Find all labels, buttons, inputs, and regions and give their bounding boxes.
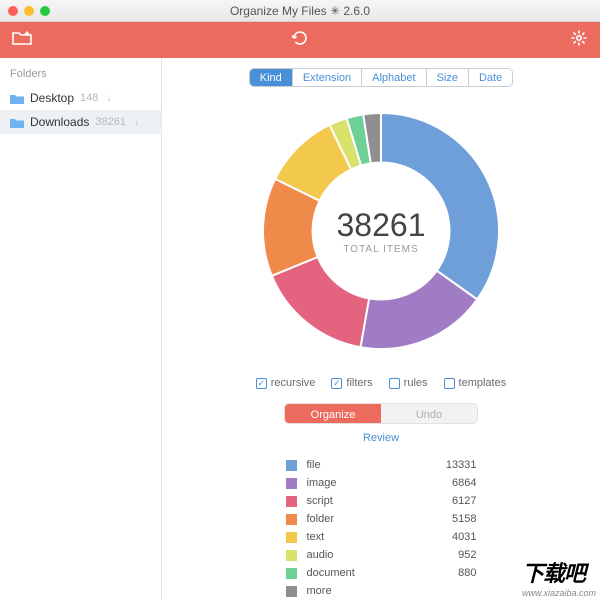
options-row: recursive filters rules templates xyxy=(256,377,506,389)
main-toolbar xyxy=(0,22,600,58)
sidebar: Folders Desktop 148 ↓ Downloads 38261 ↓ xyxy=(0,58,162,600)
total-label: TOTAL ITEMS xyxy=(343,244,418,255)
legend-label: folder xyxy=(307,513,427,525)
legend-label: script xyxy=(307,495,427,507)
tab-kind[interactable]: Kind xyxy=(250,69,293,86)
legend-swatch xyxy=(286,586,297,597)
sidebar-item-label: Desktop xyxy=(30,91,74,105)
tab-alphabet[interactable]: Alphabet xyxy=(362,69,426,86)
legend-value: 5158 xyxy=(427,513,477,525)
legend-row-audio[interactable]: audio952 xyxy=(286,546,477,564)
legend-label: file xyxy=(307,459,427,471)
legend-swatch xyxy=(286,514,297,525)
window-titlebar: Organize My Files ✳ 2.6.0 xyxy=(0,0,600,22)
action-buttons: Organize Undo xyxy=(284,403,478,424)
chevron-down-icon: ↓ xyxy=(106,93,111,104)
checkbox-icon xyxy=(444,378,455,389)
legend-row-script[interactable]: script6127 xyxy=(286,492,477,510)
legend-label: audio xyxy=(307,549,427,561)
legend-row-more[interactable]: more xyxy=(286,582,477,600)
sidebar-item-downloads[interactable]: Downloads 38261 ↓ xyxy=(0,110,161,134)
checkbox-templates[interactable]: templates xyxy=(444,377,507,389)
legend-value: 6127 xyxy=(427,495,477,507)
sort-tabs: KindExtensionAlphabetSizeDate xyxy=(249,68,513,87)
legend-value: 952 xyxy=(427,549,477,561)
add-folder-icon[interactable] xyxy=(12,30,32,51)
legend-label: document xyxy=(307,567,427,579)
folder-icon xyxy=(10,93,24,104)
window-title: Organize My Files ✳ 2.6.0 xyxy=(0,4,600,18)
sidebar-item-count: 148 xyxy=(80,92,98,104)
checkbox-recursive[interactable]: recursive xyxy=(256,377,316,389)
tab-extension[interactable]: Extension xyxy=(293,69,362,86)
watermark: 下载吧 www.xiazaiba.com xyxy=(522,556,596,598)
sidebar-header: Folders xyxy=(0,66,161,86)
donut-center: 38261 TOTAL ITEMS xyxy=(251,101,511,361)
review-link[interactable]: Review xyxy=(363,432,399,444)
checkbox-label: templates xyxy=(459,377,507,389)
undo-button[interactable]: Undo xyxy=(381,404,477,424)
checkbox-label: rules xyxy=(404,377,428,389)
checkbox-icon xyxy=(256,378,267,389)
checkbox-rules[interactable]: rules xyxy=(389,377,428,389)
legend-label: image xyxy=(307,477,427,489)
checkbox-filters[interactable]: filters xyxy=(331,377,372,389)
checkbox-icon xyxy=(331,378,342,389)
legend-label: more xyxy=(307,585,427,597)
legend-swatch xyxy=(286,568,297,579)
sidebar-item-count: 38261 xyxy=(95,116,126,128)
checkbox-icon xyxy=(389,378,400,389)
tab-date[interactable]: Date xyxy=(469,69,512,86)
donut-chart: 38261 TOTAL ITEMS xyxy=(251,101,511,361)
legend-swatch xyxy=(286,478,297,489)
total-count: 38261 xyxy=(337,207,426,244)
legend-swatch xyxy=(286,460,297,471)
legend-value: 880 xyxy=(427,567,477,579)
legend-swatch xyxy=(286,550,297,561)
chevron-down-icon: ↓ xyxy=(134,117,139,128)
legend: file13331image6864script6127folder5158te… xyxy=(286,456,477,600)
legend-value: 4031 xyxy=(427,531,477,543)
legend-row-folder[interactable]: folder5158 xyxy=(286,510,477,528)
legend-row-document[interactable]: document880 xyxy=(286,564,477,582)
main-panel: KindExtensionAlphabetSizeDate 38261 TOTA… xyxy=(162,58,600,600)
legend-row-file[interactable]: file13331 xyxy=(286,456,477,474)
legend-swatch xyxy=(286,496,297,507)
organize-button[interactable]: Organize xyxy=(285,404,381,424)
checkbox-label: filters xyxy=(346,377,372,389)
legend-swatch xyxy=(286,532,297,543)
legend-label: text xyxy=(307,531,427,543)
legend-value: 13331 xyxy=(427,459,477,471)
folder-icon xyxy=(10,117,24,128)
legend-row-image[interactable]: image6864 xyxy=(286,474,477,492)
legend-value: 6864 xyxy=(427,477,477,489)
legend-row-text[interactable]: text4031 xyxy=(286,528,477,546)
refresh-icon[interactable] xyxy=(291,29,309,52)
sidebar-item-desktop[interactable]: Desktop 148 ↓ xyxy=(0,86,161,110)
sidebar-item-label: Downloads xyxy=(30,115,89,129)
checkbox-label: recursive xyxy=(271,377,316,389)
tab-size[interactable]: Size xyxy=(427,69,469,86)
settings-icon[interactable] xyxy=(570,29,588,52)
